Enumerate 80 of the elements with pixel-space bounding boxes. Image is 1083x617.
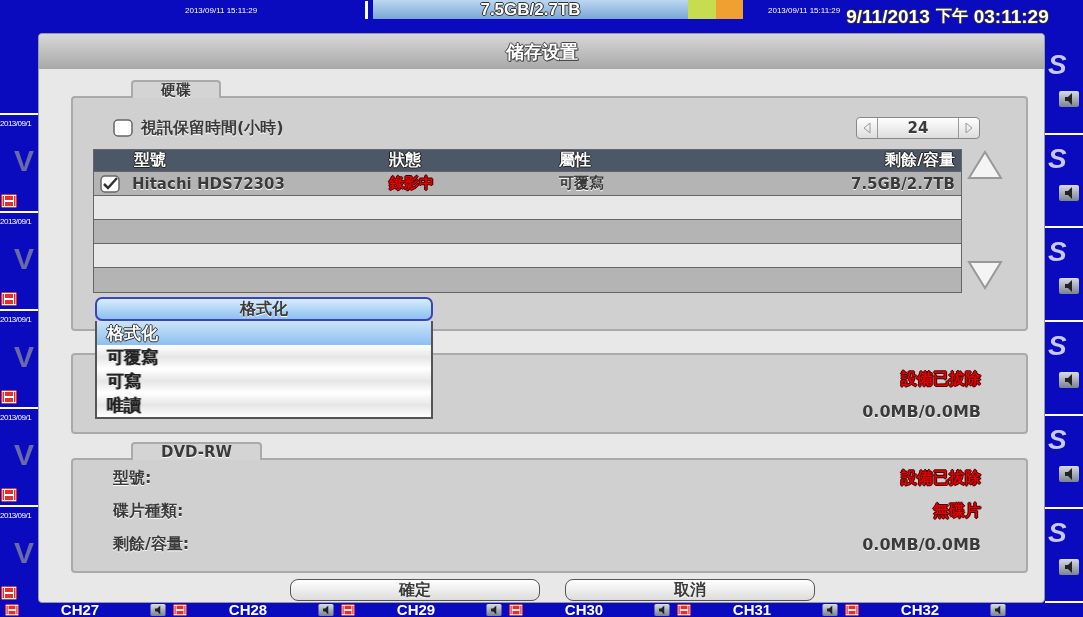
table-cell-text: 7.5GB/2.7TB [850,174,956,193]
camera-timestamp: 2013/09/11 15:11:29 [768,6,841,15]
channel-label: CH30 [563,603,605,617]
tile-letter: V [14,244,35,274]
film-icon [4,604,20,616]
field-value: 設備已拔除 [901,468,981,489]
dialog-title: 储存设置 [505,39,578,64]
field-value: 0.0MB/0.0MB [862,535,981,554]
film-icon [340,604,356,616]
tile-letter: S [1048,425,1067,454]
device-status: 設備已拔除 [901,369,981,390]
tile-letter: V [14,440,35,470]
time-text: 03:11:29 [973,6,1049,28]
column-header: 屬性 [559,150,592,171]
storage-bar: 7.5GB/2.7TB [373,0,743,19]
tile-letter: S [1048,144,1067,173]
speaker-icon[interactable] [316,604,336,616]
film-icon [1,194,17,208]
channel-label: CH27 [59,603,101,617]
tile-letter: S [1048,51,1067,79]
period-text: 下午 [935,6,968,26]
tile-letter: V [14,342,35,372]
cancel-button[interactable]: 取消 [565,579,815,601]
speaker-icon[interactable] [652,604,672,616]
capacity-text: 0.0MB/0.0MB [862,402,981,421]
film-icon [508,604,524,616]
tile-timestamp: 2013/09/1 [0,217,33,226]
format-dropdown[interactable]: 格式化 [95,297,433,321]
dropdown-option[interactable]: 可寫 [97,369,431,393]
film-icon [676,604,692,616]
speaker-icon[interactable] [988,604,1008,616]
column-header: 剩餘/容量 [885,150,956,171]
field-label: 碟片種類: [113,501,184,522]
tile-letter: V [14,146,35,176]
tile-timestamp: 2013/09/1 [0,511,33,520]
dropdown-option[interactable]: 唯讀 [97,393,431,417]
speaker-icon[interactable] [1059,372,1079,388]
speaker-icon[interactable] [1059,91,1079,107]
table-cell-text: 錄影中 [389,174,435,193]
film-icon [844,604,860,616]
film-icon [1,488,17,502]
speaker-icon[interactable] [1059,278,1079,295]
speaker-icon[interactable] [1059,465,1079,482]
camera-timestamp: 2013/09/11 15:11:29 [185,6,259,15]
speaker-icon[interactable] [148,604,168,616]
column-header: 型號 [133,150,167,171]
channel-label: CH28 [227,603,269,617]
tile-letter: S [1048,238,1067,267]
tile-letter: S [1048,332,1067,360]
speaker-icon[interactable] [1059,559,1079,576]
tile-letter: S [1048,519,1067,548]
table-cell: Hitachi HDS72303 [132,174,285,193]
date-text: 9/11/2013 [846,6,930,28]
film-icon [1,390,17,404]
retention-label: 視訊保留時間(小時) [141,117,284,139]
speaker-icon[interactable] [820,604,840,616]
speaker-icon[interactable] [484,604,504,616]
speaker-icon[interactable] [1059,184,1079,201]
checkbox[interactable] [113,119,133,137]
tile-letter: V [14,538,35,568]
checkbox[interactable] [100,174,120,193]
scroll-down-icon[interactable] [966,259,1004,291]
channel-label: CH31 [731,603,773,617]
field-label: 型號: [113,468,152,489]
table-cell-text: 可覆寫 [559,174,605,193]
field-label: 剩餘/容量: [113,534,190,555]
scroll-up-icon[interactable] [966,149,1004,181]
dropdown-option[interactable]: 可覆寫 [97,345,431,369]
column-header: 狀態 [389,150,422,171]
tile-timestamp: 2013/09/1 [0,315,33,324]
channel-label: CH32 [899,603,941,617]
channel-label: CH29 [395,603,437,617]
tile-timestamp: 2013/09/1 [0,413,33,422]
film-icon [1,586,17,600]
ok-button[interactable]: 確定 [290,579,540,601]
tile-timestamp: 2013/09/1 [0,119,33,128]
disk-row[interactable]: Hitachi HDS72303 錄影中 可覆寫 7.5GB/2.7TB [94,172,961,196]
film-icon [1,292,17,306]
film-icon [172,604,188,616]
field-value: 無碟片 [933,501,981,522]
